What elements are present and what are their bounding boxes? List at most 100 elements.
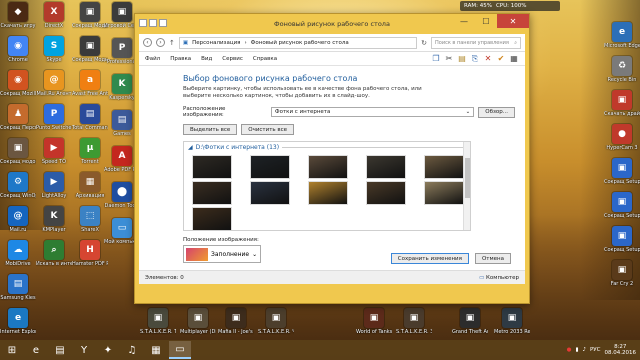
desktop-icon[interactable]: ▶ Speed TO <box>36 138 72 165</box>
desktop-icon[interactable]: S Skype <box>36 36 72 63</box>
taskbar-window-icon[interactable]: ▭ <box>169 341 191 359</box>
wallpaper-thumbnail[interactable] <box>308 181 348 205</box>
gallery-scrollbar[interactable] <box>463 142 470 230</box>
taskbar-ie-icon[interactable]: e <box>25 341 47 359</box>
desktop-icon[interactable]: ◉ Сокращ Mozilla <box>0 70 36 97</box>
wallpaper-thumbnail[interactable] <box>250 155 290 179</box>
volume-icon[interactable]: ♪ <box>582 347 586 353</box>
delete-icon[interactable]: ✕ <box>483 54 493 64</box>
clear-all-button[interactable]: Очистить все <box>241 124 295 135</box>
copy-to-icon[interactable]: ⎘ <box>470 54 480 64</box>
desktop-icon[interactable]: X DirectX <box>36 2 72 29</box>
desktop-icon[interactable]: ▶ LightAlloy <box>36 172 72 199</box>
taskbar-tanks-icon[interactable]: ✦ <box>97 341 119 359</box>
taskbar-store-icon[interactable]: ▦ <box>145 341 167 359</box>
record-icon[interactable]: ● <box>567 347 572 353</box>
view-options-icon[interactable]: ▦ <box>509 54 519 64</box>
language-indicator[interactable]: РУС <box>590 347 601 353</box>
wallpaper-thumbnail[interactable] <box>250 181 290 205</box>
wallpaper-thumbnail[interactable] <box>192 155 232 179</box>
desktop-icon[interactable]: ▣ Сокращ модов <box>0 138 36 165</box>
wallpaper-thumbnail[interactable] <box>366 155 406 179</box>
check-icon[interactable]: ✔ <box>496 54 506 64</box>
desktop-icon[interactable]: ▣ World of Tanks <box>356 308 392 335</box>
title-bar[interactable]: Фоновый рисунок рабочего стола — ☐ ✕ <box>135 14 529 34</box>
desktop-icon[interactable]: ▣ Сокращ Моды <box>72 2 108 29</box>
refresh-icon[interactable]: ↻ <box>421 39 427 47</box>
scroll-thumb[interactable] <box>465 158 470 198</box>
taskbar-start-icon[interactable]: ⊞ <box>1 341 23 359</box>
menu-view[interactable]: Вид <box>201 56 212 62</box>
desktop-icon[interactable]: ⚙Сокращ WinOption <box>0 172 36 199</box>
desktop-icon[interactable]: ▣Сокращ Моды Sum <box>72 36 108 63</box>
back-icon[interactable]: ‹ <box>143 38 152 47</box>
save-button[interactable]: Сохранить изменения <box>390 253 469 264</box>
desktop-icon[interactable]: ▣S.T.A.L.K.E.R. Зов Припяти <box>396 308 432 335</box>
breadcrumb[interactable]: ▣ Персонализация › Фоновый рисунок рабоч… <box>178 36 418 49</box>
desktop-icon[interactable]: @ Mail.Ru Агент <box>36 70 72 97</box>
desktop-icon[interactable]: ⬚ ShareX <box>72 206 108 233</box>
network-icon[interactable]: ▮ <box>575 347 578 353</box>
wallpaper-thumbnail[interactable] <box>308 155 348 179</box>
wallpaper-thumbnail[interactable] <box>192 207 232 230</box>
menu-tools[interactable]: Сервис <box>222 56 243 62</box>
desktop-icon[interactable]: K KMPlayer <box>36 206 72 233</box>
system-monitor-gadget[interactable]: RAM: 45% CPU: 100% <box>460 1 560 11</box>
wallpaper-thumbnail[interactable] <box>424 155 464 179</box>
desktop-icon[interactable]: HHamster PDF Reader <box>72 240 108 267</box>
copy-icon[interactable]: ❐ <box>431 54 441 64</box>
maximize-button[interactable]: ☐ <box>475 14 497 28</box>
desktop-icon[interactable]: ▣Сокращ Setup 3 <box>604 226 640 253</box>
select-all-button[interactable]: Выделить все <box>183 124 238 135</box>
desktop-icon[interactable]: μ Torrent <box>72 138 108 165</box>
desktop-icon[interactable]: e Microsoft Edge <box>604 22 640 49</box>
cut-icon[interactable]: ✂ <box>444 54 454 64</box>
wallpaper-thumbnail[interactable] <box>424 181 464 205</box>
wallpaper-thumbnail[interactable] <box>192 181 232 205</box>
menu-edit[interactable]: Правка <box>170 56 191 62</box>
desktop-icon[interactable]: ▤Total Commander <box>72 104 108 131</box>
location-select[interactable]: Фотки с интернета ⌄ <box>270 107 475 117</box>
clock[interactable]: 8:27 08.04.2016 <box>605 344 637 356</box>
desktop-icon[interactable]: ♟Сокращ Персоната <box>0 104 36 131</box>
desktop-icon[interactable]: ◉ Chrome <box>0 36 36 63</box>
desktop-icon[interactable]: aAvast Free Antivirus <box>72 70 108 97</box>
desktop-icon[interactable]: ▣Multiplayer (DirectX) <box>180 308 216 335</box>
forward-icon[interactable]: › <box>156 38 165 47</box>
position-select[interactable]: Заполнение ⌄ <box>183 245 261 263</box>
desktop-icon[interactable]: ● HyperCam 3 <box>604 124 640 151</box>
desktop-icon[interactable]: ▦ Архивация <box>72 172 108 199</box>
desktop-icon[interactable]: ♻ Recycle Bin <box>604 56 640 83</box>
desktop-icon[interactable]: ▣Metro 2033 Redux <box>494 308 530 335</box>
desktop-icon[interactable]: ▣ Far Cry 2 <box>604 260 640 287</box>
up-icon[interactable]: ↑ <box>169 39 175 47</box>
wallpaper-thumbnail[interactable] <box>366 181 406 205</box>
desktop-icon[interactable]: ▣ Сокращ Setup <box>604 158 640 185</box>
desktop-icon[interactable]: ▣Cкачать драйвер <box>604 90 640 117</box>
desktop-icon[interactable]: ▣S.T.A.L.K.E.R. Чистое небо <box>258 308 294 335</box>
gallery-group-header[interactable]: ◢ D:\Фотки с интернета (13) <box>184 142 470 153</box>
menu-file[interactable]: Файл <box>145 56 160 62</box>
close-button[interactable]: ✕ <box>497 14 529 28</box>
desktop-icon[interactable]: ⌕Искать в интернете <box>36 240 72 267</box>
desktop-icon[interactable]: eInternet Explorer <box>0 308 36 335</box>
desktop-icon[interactable]: ☁ MobiDrive <box>0 240 36 267</box>
taskbar-explorer-icon[interactable]: ▤ <box>49 341 71 359</box>
desktop-icon[interactable]: ▣Grand Theft Auto San Andreas <box>452 308 488 335</box>
desktop-icon[interactable]: ◆ Cкачать игру <box>0 2 36 29</box>
desktop-icon[interactable]: ▤ Samsung Kies <box>0 274 36 301</box>
taskbar-media-icon[interactable]: ♫ <box>121 341 143 359</box>
breadcrumb-background[interactable]: Фоновый рисунок рабочего стола <box>251 40 349 46</box>
desktop-icon[interactable]: ▣Сокращ Setup 2 <box>604 192 640 219</box>
desktop-icon[interactable]: P Punto Switcher <box>36 104 72 131</box>
breadcrumb-personalization[interactable]: Персонализация <box>192 40 240 46</box>
taskbar-yandex-icon[interactable]: Y <box>73 341 95 359</box>
browse-button[interactable]: Обзор... <box>478 106 515 118</box>
menu-help[interactable]: Справка <box>253 56 277 62</box>
desktop-icon[interactable]: @ Mail.ru <box>0 206 36 233</box>
desktop-icon[interactable]: ▣S.T.A.L.K.E.R. Тень Чернобыля <box>140 308 176 335</box>
paste-icon[interactable]: ▤ <box>457 54 467 64</box>
cancel-button[interactable]: Отмена <box>474 253 511 264</box>
minimize-button[interactable]: — <box>453 14 475 28</box>
search-input[interactable]: Поиск в панели управления ⌕ <box>431 36 521 49</box>
